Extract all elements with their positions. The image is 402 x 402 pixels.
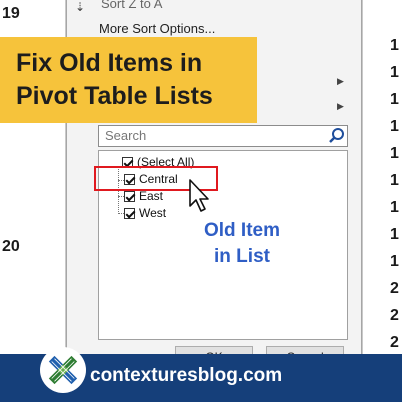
row-number: 2 [390, 280, 399, 297]
list-item-label: East [139, 189, 164, 203]
list-item-label: West [139, 206, 167, 220]
row-number: 1 [390, 253, 399, 270]
row-number: 1 [390, 118, 399, 135]
row-number: 2 [390, 307, 399, 324]
list-item-east[interactable]: East [124, 189, 163, 203]
submenu-arrow-icon[interactable]: ▶ [337, 76, 344, 87]
row-number: 1 [390, 64, 399, 81]
row-number: 1 [390, 37, 399, 54]
checkbox-checked[interactable] [124, 190, 135, 202]
row-number: 1 [390, 145, 399, 162]
title-banner: Fix Old Items in Pivot Table Lists [0, 37, 257, 123]
annotation-text: Old Item in List [192, 218, 292, 270]
logo-icon [48, 355, 78, 385]
row-number: 19 [2, 5, 20, 22]
more-sort-options-item[interactable]: More Sort Options... [99, 21, 215, 36]
row-number: 20 [2, 238, 20, 255]
row-number: 1 [390, 172, 399, 189]
mouse-pointer-icon [189, 179, 209, 212]
annotation-line: Old Item [203, 220, 280, 241]
row-number: 1 [390, 226, 399, 243]
row-number: 1 [390, 199, 399, 216]
row-number: 1 [390, 91, 399, 108]
list-item-west[interactable]: West [124, 206, 166, 220]
submenu-arrow-icon[interactable]: ▶ [337, 101, 344, 112]
search-icon[interactable] [328, 127, 346, 145]
banner-title-line: Fix Old Items in [16, 49, 203, 77]
annotation-line: in List [214, 246, 270, 267]
row-number: 2 [390, 334, 399, 351]
sort-z-to-a-item[interactable]: Sort Z to A [101, 0, 162, 11]
spreadsheet-right-strip: 1 1 1 1 1 1 1 1 1 2 2 2 [362, 0, 402, 402]
site-name: contexturesblog.com [90, 365, 283, 386]
sort-descending-icon: ⇣ [75, 0, 86, 14]
checkbox-checked[interactable] [124, 207, 135, 219]
search-input[interactable]: Search [98, 125, 348, 147]
banner-title-line: Pivot Table Lists [16, 82, 213, 110]
